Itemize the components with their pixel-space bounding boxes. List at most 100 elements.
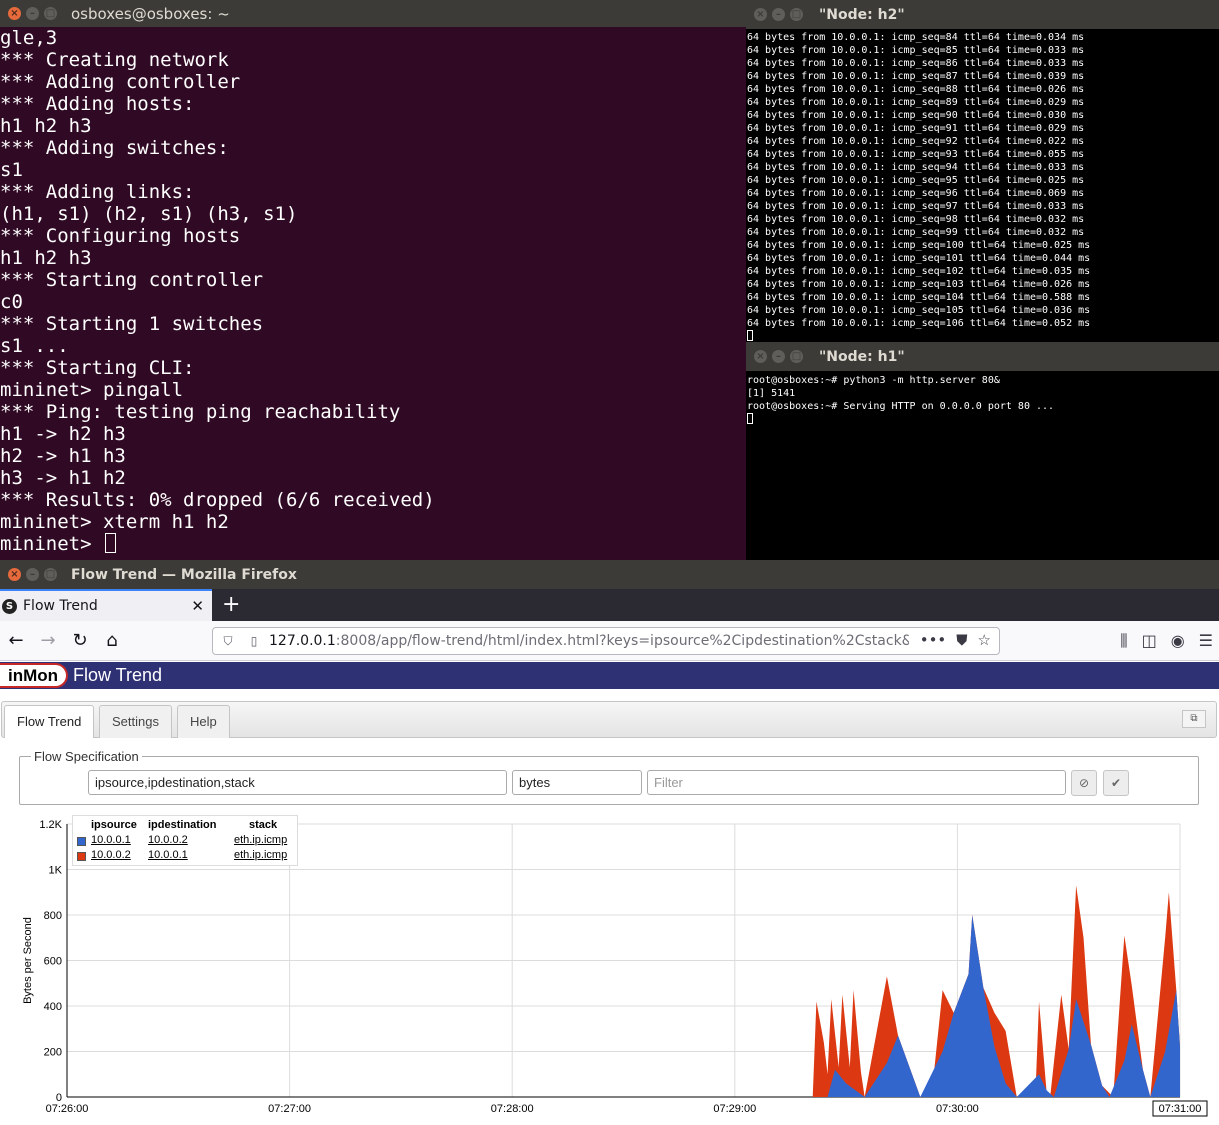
terminal-window[interactable]: × – □ osboxes@osboxes: ~ gle,3 *** Creati… [0,0,746,560]
terminal-line: *** Adding hosts: [0,93,195,115]
terminal-line: *** Configuring hosts [0,225,241,247]
flow-trend-chart[interactable]: 0 200 400 600 800 1K 1.2K 07:26:00 07:27:00 07:28… [0,812,1219,1125]
terminal-line: *** Results: 0% dropped (6/6 received) [0,489,435,511]
browser-tab-flow-trend[interactable]: S Flow Trend ✕ [0,589,212,621]
legend-stack[interactable]: eth.ip.icmp [234,849,287,861]
app-header: inMon Flow Trend [0,662,1219,689]
xterm-line: 64 bytes from 10.0.0.1: icmp_seq=94 ttl=… [747,162,1085,173]
terminal-line: mininet> xterm h1 h2 [0,511,229,533]
xterm-line: 64 bytes from 10.0.0.1: icmp_seq=98 ttl=… [747,214,1085,225]
maximize-icon[interactable]: □ [44,7,57,20]
y-axis-label: Bytes per Second [22,917,34,1004]
close-icon[interactable]: × [754,350,767,363]
url-text[interactable]: 127.0.0.1:8008/app/flow-trend/html/index… [269,633,909,649]
y-tick-label: 1K [49,865,63,877]
account-icon[interactable]: ◉ [1171,631,1185,651]
legend-header-ipdestination: ipdestination [148,819,217,831]
shield-icon[interactable]: ⛉ [217,634,239,649]
close-icon[interactable]: × [754,8,767,21]
legend-ipdestination[interactable]: 10.0.0.2 [148,834,188,846]
legend-stack[interactable]: eth.ip.icmp [234,834,287,846]
firefox-title: Flow Trend — Mozilla Firefox [71,566,297,583]
value-input[interactable]: bytes [512,770,642,795]
xterm-line: 64 bytes from 10.0.0.1: icmp_seq=106 ttl… [747,318,1091,329]
tab-settings[interactable]: Settings [99,705,172,738]
xterm-line: 64 bytes from 10.0.0.1: icmp_seq=101 ttl… [747,253,1091,264]
legend-swatch-blue [77,837,86,846]
maximize-icon[interactable]: □ [790,350,803,363]
tab-flow-trend[interactable]: Flow Trend [4,705,95,738]
filter-input[interactable]: Filter [647,770,1066,795]
terminal-line: (h1, s1) (h2, s1) (h3, s1) [0,203,298,225]
prompt-text: mininet> [0,533,103,555]
terminal-line: *** Starting controller [0,269,264,291]
xterm-h1-titlebar[interactable]: × – □ "Node: h1" [746,342,1219,371]
library-icon[interactable]: ⫼ [1120,631,1127,651]
terminal-line: mininet> pingall [0,379,184,401]
xterm-h2-titlebar[interactable]: × – □ "Node: h2" [746,0,1219,29]
xterm-line: 64 bytes from 10.0.0.1: icmp_seq=95 ttl=… [747,175,1085,186]
url-bar[interactable]: ⛉ ▯ 127.0.0.1:8008/app/flow-trend/html/i… [212,627,1000,655]
xterm-line: 64 bytes from 10.0.0.1: icmp_seq=99 ttl=… [747,227,1085,238]
sidebar-icon[interactable]: ◫ [1142,631,1157,651]
keys-input[interactable]: ipsource,ipdestination,stack [88,770,507,795]
minimize-icon[interactable]: – [772,350,785,363]
xterm-line: 64 bytes from 10.0.0.1: icmp_seq=90 ttl=… [747,110,1085,121]
xterm-line: 64 bytes from 10.0.0.1: icmp_seq=100 ttl… [747,240,1091,251]
page-icon[interactable]: ▯ [243,634,265,648]
popout-icon[interactable]: ⧉ [1182,710,1206,728]
forward-icon[interactable]: → [32,630,64,651]
minimize-icon[interactable]: – [26,568,39,581]
terminal-line: *** Creating network [0,49,229,71]
new-tab-icon[interactable]: + [212,592,254,621]
x-tick-label: 07:30:00 [936,1103,979,1115]
prompt-line[interactable]: mininet> [0,533,746,555]
xterm-line: 64 bytes from 10.0.0.1: icmp_seq=84 ttl=… [747,32,1085,43]
firefox-window[interactable]: × – □ Flow Trend — Mozilla Firefox S Flo… [0,560,1219,1125]
xterm-line: 64 bytes from 10.0.0.1: icmp_seq=87 ttl=… [747,71,1085,82]
xterm-h2-output[interactable]: 64 bytes from 10.0.0.1: icmp_seq=84 ttl=… [746,29,1219,342]
xterm-node-h1-window[interactable]: × – □ "Node: h1" root@osboxes:~# python3… [746,342,1219,560]
tab-help[interactable]: Help [177,705,230,738]
app-tab-bar: Flow Trend Settings Help ⧉ [1,701,1217,738]
app-title: Flow Trend [73,665,163,685]
prompt-line[interactable] [747,413,1219,426]
bookmark-star-icon[interactable]: ☆ [978,631,991,649]
xterm-line: 64 bytes from 10.0.0.1: icmp_seq=105 ttl… [747,305,1091,316]
terminal-line: s1 [0,159,23,181]
close-icon[interactable]: × [8,568,21,581]
tab-close-icon[interactable]: ✕ [191,597,212,615]
legend-header-ipsource: ipsource [91,819,137,831]
menu-icon[interactable]: ☰ [1199,631,1213,651]
xterm-line: 64 bytes from 10.0.0.1: icmp_seq=96 ttl=… [747,188,1085,199]
xterm-line: 64 bytes from 10.0.0.1: icmp_seq=92 ttl=… [747,136,1085,147]
minimize-icon[interactable]: – [772,8,785,21]
firefox-titlebar[interactable]: × – □ Flow Trend — Mozilla Firefox [0,560,1219,589]
maximize-icon[interactable]: □ [44,568,57,581]
legend-ipdestination[interactable]: 10.0.0.1 [148,849,188,861]
legend-swatch-red [77,852,86,861]
terminal-line: *** Adding controller [0,71,241,93]
legend-ipsource[interactable]: 10.0.0.2 [91,849,131,861]
back-icon[interactable]: ← [0,630,32,651]
terminal-line: h2 -> h1 h3 [0,445,126,467]
reload-icon[interactable]: ↻ [64,630,96,651]
pocket-icon[interactable]: ⛊ [956,631,967,649]
xterm-h1-output[interactable]: root@osboxes:~# python3 -m http.server 8… [746,371,1219,560]
submit-check-icon[interactable]: ✔ [1103,770,1129,796]
xterm-line: 64 bytes from 10.0.0.1: icmp_seq=86 ttl=… [747,58,1085,69]
terminal-line: c0 [0,291,23,313]
prompt-line[interactable] [747,330,1219,342]
terminal-line: h1 h2 h3 [0,115,92,137]
xterm-node-h2-window[interactable]: × – □ "Node: h2" 64 bytes from 10.0.0.1:… [746,0,1219,342]
minimize-icon[interactable]: – [26,7,39,20]
page-actions-icon[interactable]: ••• [920,631,947,649]
legend-ipsource[interactable]: 10.0.0.1 [91,834,131,846]
xterm-line: 64 bytes from 10.0.0.1: icmp_seq=103 ttl… [747,279,1091,290]
terminal-output[interactable]: gle,3 *** Creating network *** Adding cont… [0,27,746,560]
close-icon[interactable]: × [8,7,21,20]
clear-icon[interactable]: ⊘ [1071,770,1097,796]
terminal-titlebar[interactable]: × – □ osboxes@osboxes: ~ [0,0,746,27]
maximize-icon[interactable]: □ [790,8,803,21]
home-icon[interactable]: ⌂ [96,630,128,651]
